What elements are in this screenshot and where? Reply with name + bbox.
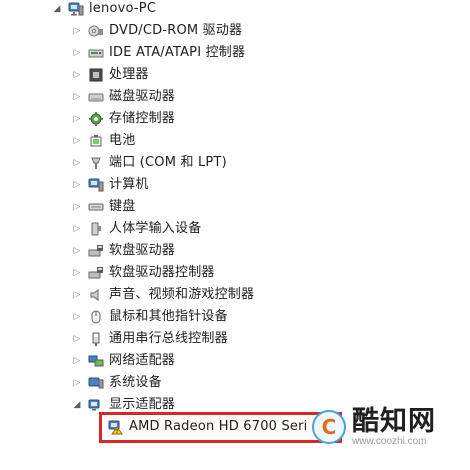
tree-item-label: 计算机	[109, 177, 149, 192]
collapsed-triangle-icon[interactable]: ▷	[72, 268, 82, 278]
tree-item-label: 网络适配器	[109, 353, 176, 368]
tree-item-label: 处理器	[109, 67, 149, 82]
display-adapter-icon	[88, 397, 104, 413]
watermark-name: 酷知网	[352, 405, 436, 437]
expanded-triangle-icon[interactable]: ◢	[52, 4, 62, 14]
port-icon	[88, 155, 104, 171]
tree-root-node[interactable]: ◢ lenovo-PC	[52, 0, 156, 18]
collapsed-triangle-icon[interactable]: ▷	[72, 246, 82, 256]
tree-item-label: 软盘驱动器	[109, 243, 176, 258]
tree-item-disk-drive[interactable]: ▷ 磁盘驱动器	[72, 88, 175, 106]
tree-item-storage-controller[interactable]: ▷ 存储控制器	[72, 110, 175, 128]
collapsed-triangle-icon[interactable]: ▷	[72, 334, 82, 344]
tree-item-label: 声音、视频和游戏控制器	[109, 287, 255, 302]
watermark: C 酷知网 www.coozhi.com	[312, 400, 467, 454]
human-interface-icon	[88, 221, 104, 237]
collapsed-triangle-icon[interactable]: ▷	[72, 158, 82, 168]
collapsed-triangle-icon[interactable]: ▷	[72, 224, 82, 234]
tree-item-label: 存储控制器	[109, 111, 176, 126]
tree-child-label: AMD Radeon HD 6700 Seri	[129, 419, 308, 434]
processor-icon	[88, 67, 104, 83]
device-manager-tree: ◢ lenovo-PC ▷ DVD/CD-ROM 驱动器 ▷ IDE ATA/A…	[0, 0, 470, 470]
network-adapter-icon	[88, 353, 104, 369]
storage-controller-icon	[88, 111, 104, 127]
floppy-drive-icon	[88, 243, 104, 259]
tree-item-mouse[interactable]: ▷ 鼠标和其他指针设备	[72, 308, 228, 326]
tree-child-amd-radeon[interactable]: AMD Radeon HD 6700 Seri	[108, 418, 307, 436]
tree-item-floppy-controller[interactable]: ▷ 软盘驱动器控制器	[72, 264, 215, 282]
tree-item-label: DVD/CD-ROM 驱动器	[109, 23, 243, 38]
collapsed-triangle-icon[interactable]: ▷	[72, 180, 82, 190]
tree-item-network-adapter[interactable]: ▷ 网络适配器	[72, 352, 175, 370]
watermark-url: www.coozhi.com	[352, 435, 427, 447]
collapsed-triangle-icon[interactable]: ▷	[72, 356, 82, 366]
tree-item-audio-video-game[interactable]: ▷ 声音、视频和游戏控制器	[72, 286, 254, 304]
collapsed-triangle-icon[interactable]: ▷	[72, 26, 82, 36]
tree-item-usb-controller[interactable]: ▷ 通用串行总线控制器	[72, 330, 228, 348]
collapsed-triangle-icon[interactable]: ▷	[72, 202, 82, 212]
tree-item-label: 磁盘驱动器	[109, 89, 176, 104]
tree-item-ide-ata-atapi[interactable]: ▷ IDE ATA/ATAPI 控制器	[72, 44, 245, 62]
watermark-logo: C	[312, 410, 346, 444]
tree-item-label: 电池	[109, 133, 136, 148]
tree-item-label: 键盘	[109, 199, 136, 214]
mouse-icon	[88, 309, 104, 325]
tree-item-keyboard[interactable]: ▷ 键盘	[72, 198, 136, 216]
disk-drive-icon	[88, 89, 104, 105]
tree-item-label: 系统设备	[109, 375, 162, 390]
tree-item-human-interface[interactable]: ▷ 人体学输入设备	[72, 220, 202, 238]
tree-item-label: IDE ATA/ATAPI 控制器	[109, 45, 246, 60]
tree-item-system-devices[interactable]: ▷ 系统设备	[72, 374, 162, 392]
tree-item-floppy-drive[interactable]: ▷ 软盘驱动器	[72, 242, 175, 260]
tree-item-label: 鼠标和其他指针设备	[109, 309, 228, 324]
tree-item-label: 通用串行总线控制器	[109, 331, 228, 346]
tree-item-ports[interactable]: ▷ 端口 (COM 和 LPT)	[72, 154, 227, 172]
system-devices-icon	[88, 375, 104, 391]
floppy-controller-icon	[88, 265, 104, 281]
optical-drive-icon	[88, 23, 104, 39]
expanded-triangle-icon[interactable]: ◢	[72, 400, 82, 410]
collapsed-triangle-icon[interactable]: ▷	[72, 70, 82, 80]
tree-item-dvd-cd-rom[interactable]: ▷ DVD/CD-ROM 驱动器	[72, 22, 243, 40]
audio-icon	[88, 287, 104, 303]
ide-controller-icon	[88, 45, 104, 61]
usb-controller-icon	[88, 331, 104, 347]
collapsed-triangle-icon[interactable]: ▷	[72, 290, 82, 300]
collapsed-triangle-icon[interactable]: ▷	[72, 136, 82, 146]
collapsed-triangle-icon[interactable]: ▷	[72, 92, 82, 102]
battery-icon	[88, 133, 104, 149]
tree-item-label: 软盘驱动器控制器	[109, 265, 215, 280]
collapsed-triangle-icon[interactable]: ▷	[72, 48, 82, 58]
tree-root-label: lenovo-PC	[89, 1, 157, 16]
collapsed-triangle-icon[interactable]: ▷	[72, 312, 82, 322]
tree-item-processor[interactable]: ▷ 处理器	[72, 66, 149, 84]
keyboard-icon	[88, 199, 104, 215]
tree-item-label: 人体学输入设备	[109, 221, 202, 236]
tree-item-computer[interactable]: ▷ 计算机	[72, 176, 149, 194]
computer-icon	[68, 1, 84, 17]
collapsed-triangle-icon[interactable]: ▷	[72, 378, 82, 388]
computer-icon	[88, 177, 104, 193]
collapsed-triangle-icon[interactable]: ▷	[72, 114, 82, 124]
watermark-text: 酷知网 www.coozhi.com	[352, 408, 436, 447]
warning-display-adapter-icon	[108, 419, 124, 435]
tree-item-battery[interactable]: ▷ 电池	[72, 132, 136, 150]
tree-item-label: 端口 (COM 和 LPT)	[109, 155, 227, 170]
